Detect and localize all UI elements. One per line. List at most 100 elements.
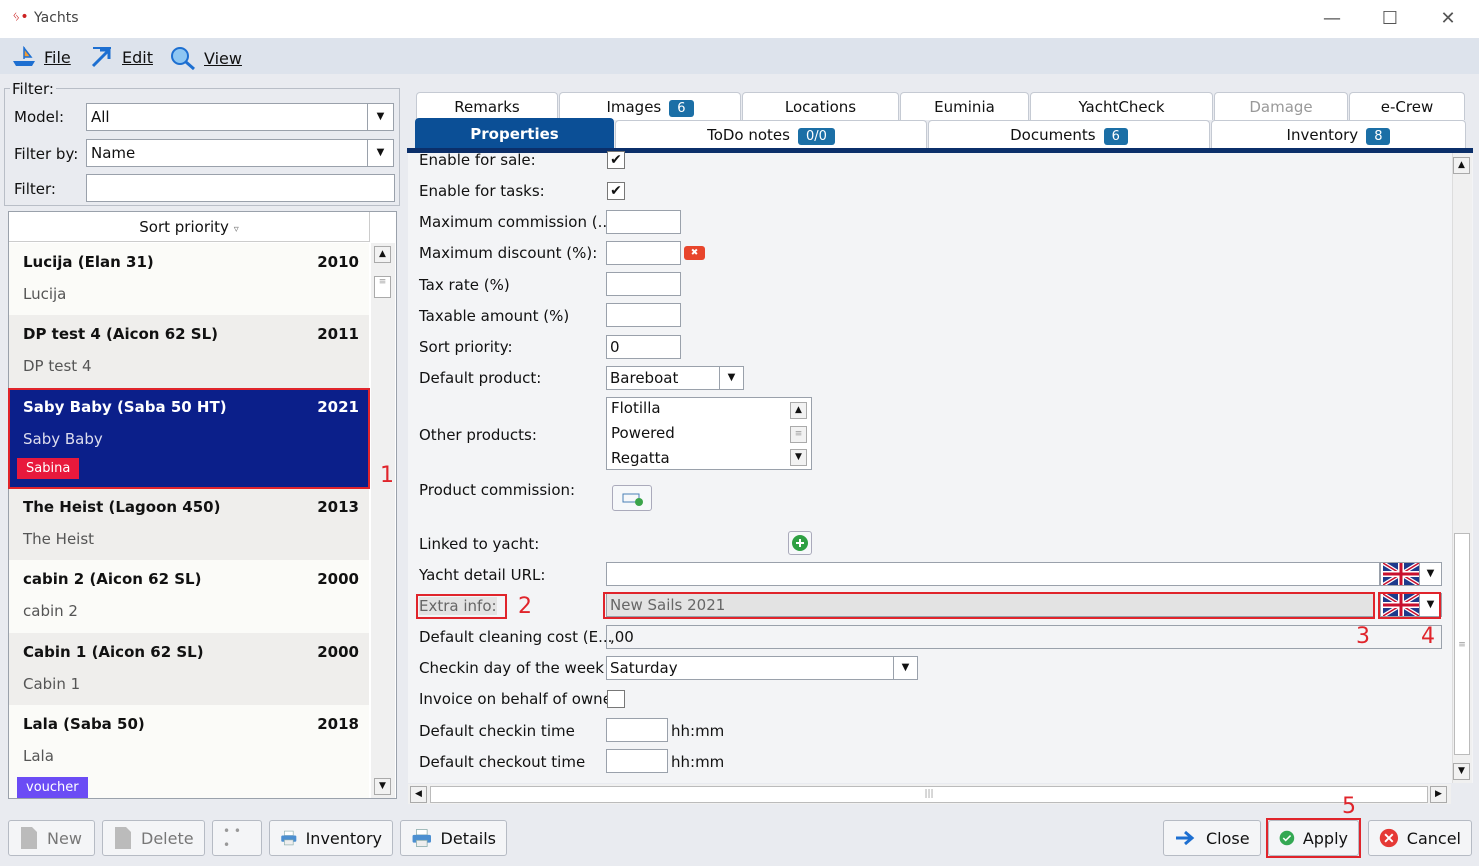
tax-rate-input[interactable] bbox=[606, 272, 681, 296]
enable-sale-checkbox[interactable]: ✔ bbox=[607, 151, 625, 169]
tab-ecrew[interactable]: e-Crew bbox=[1349, 92, 1465, 120]
horizontal-scroll-thumb[interactable]: ||| bbox=[430, 786, 1428, 803]
list-item[interactable]: Lucija (Elan 31) 2010 Lucija bbox=[9, 243, 369, 315]
menu-file[interactable]: File bbox=[12, 46, 71, 68]
chevron-down-icon[interactable]: ▼ bbox=[893, 657, 917, 679]
tab-images[interactable]: Images 6 bbox=[559, 92, 741, 120]
cancel-button[interactable]: Cancel bbox=[1368, 820, 1472, 856]
delete-button: Delete bbox=[102, 820, 205, 856]
tab-todo-notes[interactable]: ToDo notes 0/0 bbox=[615, 120, 927, 149]
annotation-box-3 bbox=[603, 592, 1375, 619]
enable-tasks-checkbox[interactable]: ✔ bbox=[607, 182, 625, 200]
max-commission-label: Maximum commission (... bbox=[419, 213, 612, 231]
checkout-time-label: Default checkout time bbox=[419, 753, 586, 771]
tab-documents[interactable]: Documents 6 bbox=[928, 120, 1210, 149]
inventory-button[interactable]: Inventory bbox=[269, 820, 393, 856]
window-title: Yachts bbox=[34, 10, 79, 26]
cleaning-cost-input[interactable]: ,00 bbox=[606, 625, 1442, 649]
exit-arrow-icon bbox=[1176, 830, 1195, 846]
tab-euminia[interactable]: Euminia bbox=[900, 92, 1029, 120]
cleaning-cost-label: Default cleaning cost (E... bbox=[419, 628, 613, 646]
default-product-select[interactable]: Bareboat ▼ bbox=[606, 366, 744, 390]
checkout-time-input[interactable] bbox=[606, 749, 668, 773]
other-products-list[interactable]: Flotilla Powered Regatta ▲ ≡ ▼ bbox=[606, 397, 812, 470]
checkin-day-select[interactable]: Saturday ▼ bbox=[606, 656, 918, 680]
menu-view[interactable]: View bbox=[170, 46, 242, 70]
sort-priority-input[interactable]: 0 bbox=[606, 335, 681, 359]
annotation-box-1 bbox=[8, 388, 370, 489]
list-item[interactable]: Powered bbox=[611, 424, 675, 442]
enable-tasks-label: Enable for tasks: bbox=[419, 182, 545, 200]
clear-field-icon[interactable]: ✖ bbox=[684, 246, 705, 260]
list-item[interactable]: cabin 2 (Aicon 62 SL) 2000 cabin 2 bbox=[9, 560, 369, 633]
list-item[interactable]: Flotilla bbox=[611, 399, 661, 417]
vertical-scroll-thumb[interactable]: ≡ bbox=[1454, 533, 1470, 755]
minimize-button[interactable]: — bbox=[1312, 6, 1352, 32]
sort-priority-header[interactable]: Sort priority ▿ bbox=[9, 212, 369, 242]
taxable-amount-label: Taxable amount (%) bbox=[419, 307, 570, 325]
scroll-up-icon[interactable]: ▲ bbox=[1453, 157, 1470, 174]
tab-damage: Damage bbox=[1214, 92, 1348, 120]
chevron-down-icon[interactable]: ▼ bbox=[367, 104, 393, 130]
menu-edit[interactable]: Edit bbox=[90, 46, 153, 68]
sort-desc-icon: ▿ bbox=[233, 224, 239, 235]
list-item[interactable]: Regatta bbox=[611, 449, 670, 467]
chevron-down-icon[interactable]: ▼ bbox=[719, 367, 743, 389]
tab-yachtcheck[interactable]: YachtCheck bbox=[1030, 92, 1213, 120]
filter-input[interactable] bbox=[86, 174, 395, 202]
annotation-box-4 bbox=[1378, 592, 1441, 619]
scroll-down-icon[interactable]: ▼ bbox=[374, 778, 391, 795]
chevron-down-icon[interactable]: ▼ bbox=[1419, 563, 1441, 585]
list-scroll-thumb[interactable]: ≡ bbox=[374, 276, 391, 298]
annotation-number-2: 2 bbox=[518, 594, 532, 619]
filterby-select[interactable]: Name ▼ bbox=[86, 139, 394, 167]
tab-inventory[interactable]: Inventory 8 bbox=[1211, 120, 1466, 149]
list-item[interactable]: DP test 4 (Aicon 62 SL) 2011 DP test 4 bbox=[9, 315, 369, 388]
plus-circle-icon bbox=[792, 535, 808, 551]
checkin-time-input[interactable] bbox=[606, 718, 668, 742]
list-header-corner bbox=[369, 212, 396, 242]
scroll-up-icon[interactable]: ▲ bbox=[790, 402, 807, 419]
checkout-time-format: hh:mm bbox=[671, 753, 725, 771]
close-window-button[interactable]: ✕ bbox=[1428, 6, 1468, 32]
annotation-box-2 bbox=[416, 594, 507, 619]
add-linked-yacht-button[interactable] bbox=[788, 531, 812, 555]
max-commission-input[interactable] bbox=[606, 210, 681, 234]
tab-properties[interactable]: Properties bbox=[415, 118, 614, 150]
annotation-number-5: 5 bbox=[1342, 794, 1356, 819]
sort-priority-label: Sort priority: bbox=[419, 338, 513, 356]
scroll-right-icon[interactable]: ▶ bbox=[1430, 786, 1447, 803]
list-scrollbar[interactable] bbox=[371, 243, 395, 798]
scroll-thumb[interactable]: ≡ bbox=[790, 426, 807, 443]
list-item[interactable]: Cabin 1 (Aicon 62 SL) 2000 Cabin 1 bbox=[9, 633, 369, 705]
invoice-owner-label: Invoice on behalf of owne bbox=[419, 690, 612, 708]
detail-url-input[interactable] bbox=[606, 562, 1380, 586]
chevron-down-icon[interactable]: ▼ bbox=[367, 140, 393, 166]
linked-yacht-label: Linked to yacht: bbox=[419, 535, 540, 553]
scroll-left-icon[interactable]: ◀ bbox=[410, 786, 427, 803]
list-item[interactable]: The Heist (Lagoon 450) 2013 The Heist bbox=[9, 488, 369, 560]
tab-locations[interactable]: Locations bbox=[742, 92, 899, 120]
annotation-box-5 bbox=[1266, 818, 1361, 858]
add-commission-button[interactable] bbox=[612, 485, 652, 511]
magnifier-icon bbox=[171, 47, 195, 70]
model-label: Model: bbox=[14, 108, 65, 126]
scroll-down-icon[interactable]: ▼ bbox=[790, 449, 807, 466]
title-bar: ᛃ• Yachts — ☐ ✕ bbox=[0, 0, 1479, 38]
voucher-tag: voucher bbox=[17, 777, 88, 798]
maximize-button[interactable]: ☐ bbox=[1370, 6, 1410, 32]
model-select[interactable]: All ▼ bbox=[86, 103, 394, 131]
taxable-amount-input[interactable] bbox=[606, 303, 681, 327]
details-button[interactable]: Details bbox=[400, 820, 507, 856]
tab-remarks[interactable]: Remarks bbox=[416, 92, 558, 120]
printer-icon bbox=[412, 829, 431, 847]
app-logo-icon: ᛃ• bbox=[12, 9, 29, 25]
detail-url-label: Yacht detail URL: bbox=[419, 566, 546, 584]
scroll-up-icon[interactable]: ▲ bbox=[374, 246, 391, 263]
detail-url-language-select[interactable]: ▼ bbox=[1380, 562, 1442, 586]
list-item[interactable]: Lala (Saba 50) 2018 Lala voucher bbox=[9, 705, 369, 798]
invoice-owner-checkbox[interactable] bbox=[607, 690, 625, 708]
close-button[interactable]: Close bbox=[1163, 820, 1261, 856]
scroll-down-icon[interactable]: ▼ bbox=[1453, 763, 1470, 780]
max-discount-input[interactable] bbox=[606, 241, 681, 265]
